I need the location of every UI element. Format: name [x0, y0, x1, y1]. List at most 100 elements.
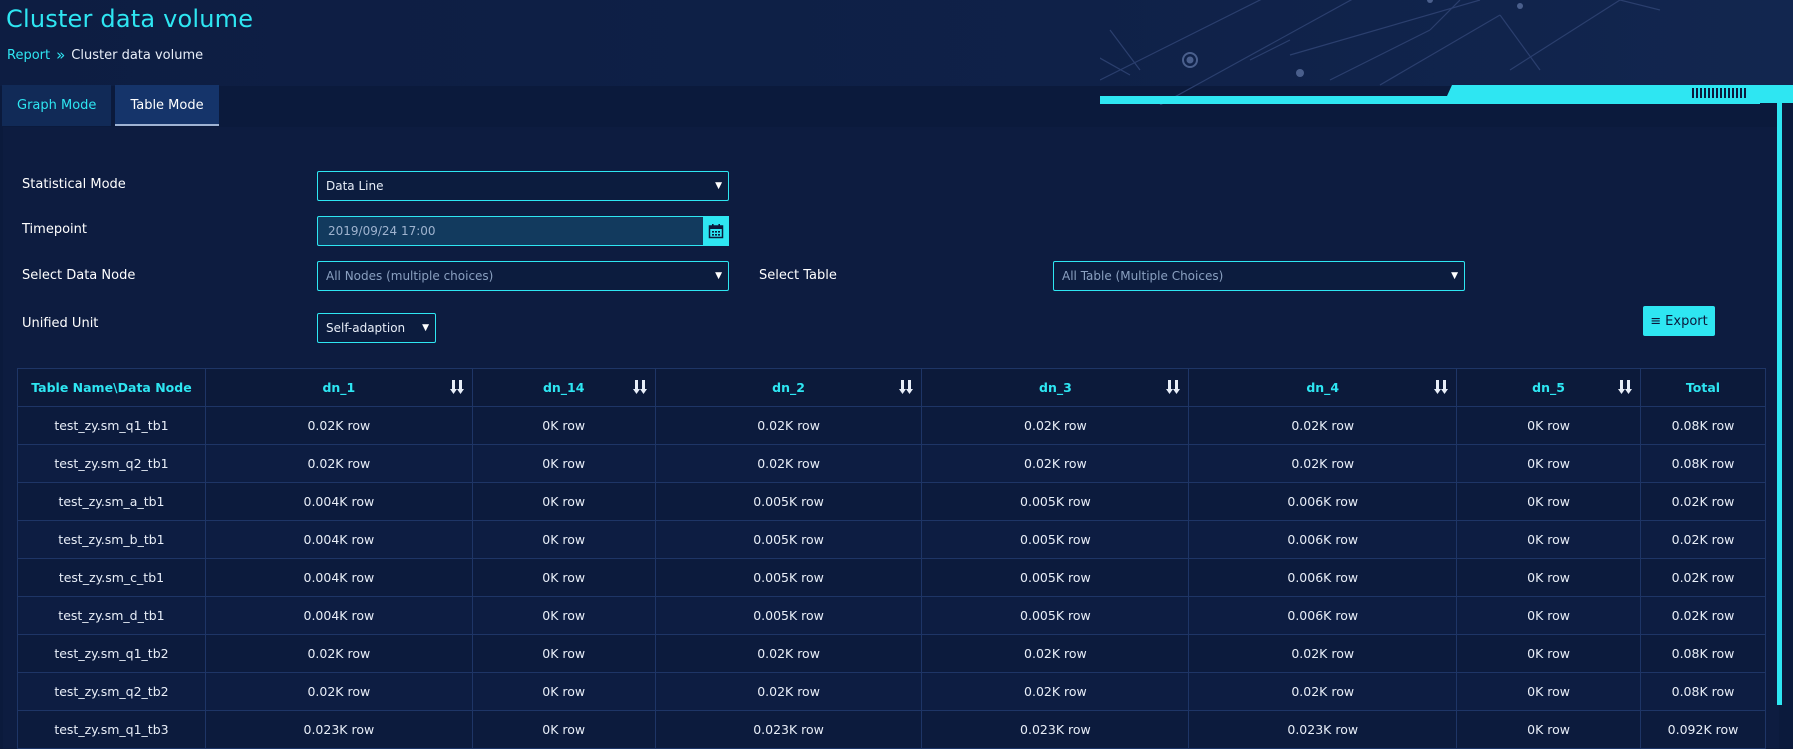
table-cell: 0.005K row	[921, 482, 1190, 521]
table-cell: 0.006K row	[1188, 558, 1458, 597]
table-cell: 0K row	[1456, 596, 1642, 635]
data-volume-table: Table Name\Data Node dn_1 dn_14 dn_2 dn_…	[17, 368, 1766, 749]
tab-graph-mode[interactable]: Graph Mode	[2, 85, 112, 126]
statistical-mode-select[interactable]: Data Line ▼	[317, 171, 729, 201]
caret-down-icon: ▼	[1451, 271, 1458, 281]
header-dn-4[interactable]: dn_4	[1188, 368, 1458, 407]
header-label: dn_2	[772, 380, 805, 395]
table-cell: 0K row	[471, 520, 656, 559]
sort-icon[interactable]	[1434, 379, 1449, 395]
table-cell: 0.02K row	[921, 672, 1190, 711]
header-dn-14[interactable]: dn_14	[471, 368, 656, 407]
table-cell: 0.023K row	[654, 710, 923, 749]
cell-total: 0.02K row	[1640, 520, 1766, 559]
timepoint-label: Timepoint	[22, 222, 87, 237]
table-cell: 0K row	[1456, 520, 1642, 559]
statistical-mode-label: Statistical Mode	[22, 177, 126, 192]
cell-total: 0.08K row	[1640, 672, 1766, 711]
decorative-rail	[1777, 100, 1782, 705]
unified-unit-select[interactable]: Self-adaption ▼	[317, 313, 436, 343]
table-row: test_zy.sm_q1_tb2 0.02K row 0K row 0.02K ro…	[17, 634, 1766, 673]
table-cell: 0K row	[471, 444, 656, 483]
table-cell: 0.006K row	[1188, 596, 1458, 635]
table-cell: 0K row	[1456, 634, 1642, 673]
header-dn-3[interactable]: dn_3	[921, 368, 1190, 407]
breadcrumb-report-link[interactable]: Report	[7, 48, 50, 63]
table-row: test_zy.sm_b_tb1 0.004K row 0K row 0.005K r…	[17, 520, 1766, 559]
table-row: test_zy.sm_q1_tb1 0.02K row 0K row 0.02K ro…	[17, 406, 1766, 445]
table-cell: 0.005K row	[921, 596, 1190, 635]
table-select[interactable]: All Table (Multiple Choices) ▼	[1053, 261, 1465, 291]
table-placeholder: All Table (Multiple Choices)	[1062, 269, 1224, 283]
table-cell: 0.005K row	[654, 558, 923, 597]
table-cell: 0.004K row	[204, 596, 473, 635]
header-dn-5[interactable]: dn_5	[1456, 368, 1642, 407]
table-row: test_zy.sm_d_tb1 0.004K row 0K row 0.005K r…	[17, 596, 1766, 635]
table-cell: 0.004K row	[204, 520, 473, 559]
breadcrumb: Report » Cluster data volume	[7, 46, 203, 64]
cell-total: 0.08K row	[1640, 444, 1766, 483]
cell-table-name: test_zy.sm_q2_tb1	[17, 444, 206, 483]
mode-tabs: Graph Mode Table Mode	[2, 85, 219, 126]
cell-total: 0.02K row	[1640, 558, 1766, 597]
table-cell: 0.004K row	[204, 482, 473, 521]
statistical-mode-value: Data Line	[326, 179, 384, 193]
header-label: dn_3	[1039, 380, 1072, 395]
table-cell: 0K row	[471, 406, 656, 445]
table-cell: 0K row	[471, 672, 656, 711]
table-row: test_zy.sm_q1_tb3 0.023K row 0K row 0.023K …	[17, 710, 1766, 749]
export-label: Export	[1665, 313, 1708, 329]
timepoint-input[interactable]: 2019/09/24 17:00	[317, 216, 729, 246]
table-cell: 0K row	[1456, 406, 1642, 445]
table-cell: 0.005K row	[921, 558, 1190, 597]
cell-table-name: test_zy.sm_q1_tb3	[17, 710, 206, 749]
sort-icon[interactable]	[1618, 379, 1633, 395]
table-row: test_zy.sm_c_tb1 0.004K row 0K row 0.005K r…	[17, 558, 1766, 597]
table-cell: 0.02K row	[1188, 672, 1458, 711]
sort-icon[interactable]	[449, 379, 464, 395]
table-cell: 0.02K row	[204, 444, 473, 483]
table-cell: 0.02K row	[654, 634, 923, 673]
table-cell: 0K row	[1456, 482, 1642, 521]
export-button[interactable]: ≡ Export	[1643, 306, 1715, 336]
table-cell: 0.006K row	[1188, 482, 1458, 521]
breadcrumb-current: Cluster data volume	[71, 47, 204, 63]
cell-table-name: test_zy.sm_d_tb1	[17, 596, 206, 635]
calendar-icon[interactable]	[703, 216, 729, 246]
sort-icon[interactable]	[1166, 379, 1181, 395]
table-cell: 0.006K row	[1188, 520, 1458, 559]
table-cell: 0K row	[1456, 444, 1642, 483]
header-table-name: Table Name\Data Node	[17, 368, 206, 407]
table-cell: 0.02K row	[1188, 634, 1458, 673]
breadcrumb-separator-icon: »	[56, 46, 66, 64]
table-cell: 0K row	[1456, 710, 1642, 749]
table-row: test_zy.sm_q2_tb1 0.02K row 0K row 0.02K ro…	[17, 444, 1766, 483]
table-cell: 0.02K row	[654, 672, 923, 711]
cell-table-name: test_zy.sm_q1_tb2	[17, 634, 206, 673]
table-cell: 0.023K row	[921, 710, 1190, 749]
header-total: Total	[1640, 368, 1766, 407]
data-node-label: Select Data Node	[22, 268, 136, 283]
table-cell: 0.02K row	[654, 406, 923, 445]
table-cell: 0K row	[1456, 558, 1642, 597]
caret-down-icon: ▼	[715, 181, 722, 191]
cell-table-name: test_zy.sm_q2_tb2	[17, 672, 206, 711]
header-dn-2[interactable]: dn_2	[654, 368, 923, 407]
table-cell: 0.02K row	[1188, 406, 1458, 445]
table-cell: 0K row	[471, 558, 656, 597]
sort-icon[interactable]	[632, 379, 647, 395]
cell-total: 0.08K row	[1640, 634, 1766, 673]
header-label: dn_5	[1532, 380, 1565, 395]
timepoint-value: 2019/09/24 17:00	[328, 224, 436, 238]
cell-total: 0.08K row	[1640, 406, 1766, 445]
page-title: Cluster data volume	[6, 5, 254, 33]
table-row: test_zy.sm_a_tb1 0.004K row 0K row 0.005K r…	[17, 482, 1766, 521]
header-dn-1[interactable]: dn_1	[204, 368, 473, 407]
data-node-select[interactable]: All Nodes (multiple choices) ▼	[317, 261, 729, 291]
table-header-row: Table Name\Data Node dn_1 dn_14 dn_2 dn_…	[17, 368, 1766, 407]
tab-table-mode[interactable]: Table Mode	[115, 85, 219, 126]
table-cell: 0K row	[1456, 672, 1642, 711]
table-cell: 0.02K row	[921, 634, 1190, 673]
data-node-placeholder: All Nodes (multiple choices)	[326, 269, 494, 283]
sort-icon[interactable]	[899, 379, 914, 395]
